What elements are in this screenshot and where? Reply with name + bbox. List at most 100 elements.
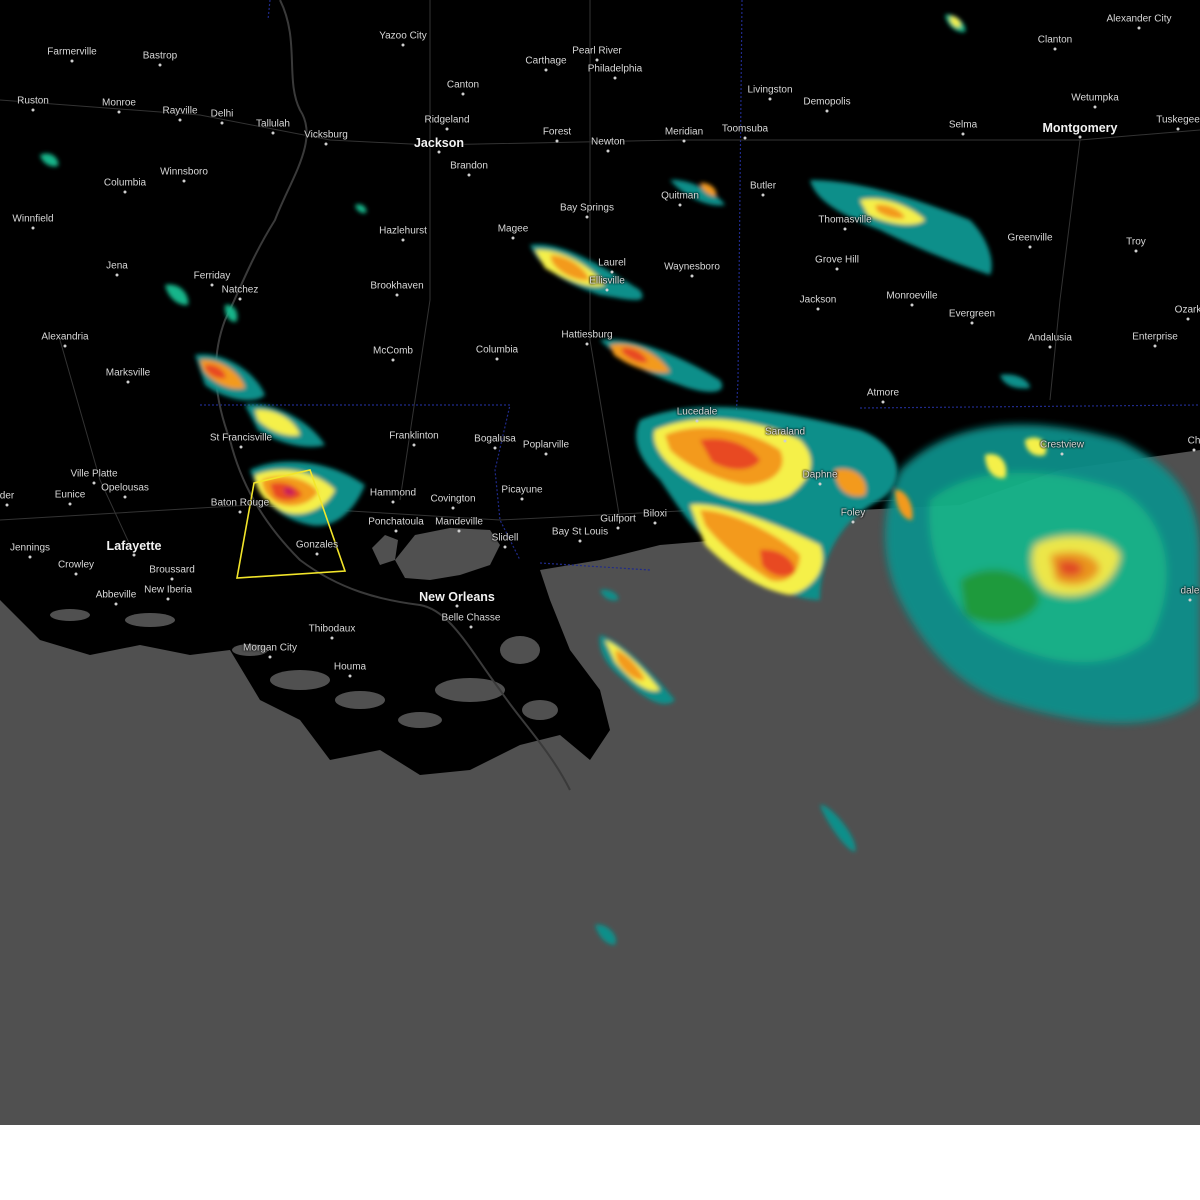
city-label-ellisville: Ellisville xyxy=(589,275,625,287)
city-marker-jennings xyxy=(28,555,32,559)
city-marker-bay-springs xyxy=(585,215,589,219)
city-label-opelousas: Opelousas xyxy=(101,482,149,494)
city-label-dale-edge: dale xyxy=(1180,585,1200,597)
city-label-hammond: Hammond xyxy=(369,487,417,499)
city-label-alexandria: Alexandria xyxy=(41,331,89,343)
city-label-wetumpka: Wetumpka xyxy=(1071,92,1119,104)
city-marker-quitman xyxy=(678,203,682,207)
city-label-rayville: Rayville xyxy=(162,105,198,117)
city-label-brandon: Brandon xyxy=(450,160,488,172)
city-label-bastrop: Bastrop xyxy=(142,50,178,62)
city-marker-brookhaven xyxy=(395,293,399,297)
city-label-evergreen: Evergreen xyxy=(948,308,996,320)
city-marker-ponchatoula xyxy=(394,529,398,533)
city-marker-greenville xyxy=(1028,245,1032,249)
city-marker-monroe xyxy=(117,110,121,114)
city-label-ruston: Ruston xyxy=(17,95,49,107)
city-label-eunice: Eunice xyxy=(54,489,86,501)
lake-pontchartrain xyxy=(395,528,500,580)
city-label-laurel: Laurel xyxy=(598,257,626,269)
city-marker-forest xyxy=(555,139,559,143)
city-label-bay-st-louis: Bay St Louis xyxy=(551,526,609,538)
city-marker-livingston xyxy=(768,97,772,101)
city-marker-dale-edge xyxy=(1188,598,1192,602)
city-marker-laurel xyxy=(610,270,614,274)
city-label-abbeville: Abbeville xyxy=(95,589,137,601)
city-label-thomasville: Thomasville xyxy=(818,214,872,226)
city-marker-enterprise xyxy=(1153,344,1157,348)
city-marker-monroeville xyxy=(910,303,914,307)
city-label-belle-chasse: Belle Chasse xyxy=(441,612,501,624)
city-marker-marksville xyxy=(126,380,130,384)
city-marker-ridder xyxy=(5,503,9,507)
city-label-columbia-la: Columbia xyxy=(103,177,147,189)
city-label-canton: Canton xyxy=(446,79,480,91)
city-marker-ch-edge xyxy=(1192,448,1196,452)
city-marker-newton xyxy=(606,149,610,153)
city-marker-lafayette xyxy=(132,553,136,557)
city-marker-alexandria xyxy=(63,344,67,348)
city-label-forest: Forest xyxy=(542,126,572,138)
city-label-yazoo-city: Yazoo City xyxy=(379,30,427,42)
city-marker-jackson-al xyxy=(816,307,820,311)
city-label-gulfport: Gulfport xyxy=(600,513,636,525)
city-label-monroeville: Monroeville xyxy=(886,290,938,302)
city-label-ch-edge: Ch xyxy=(1187,435,1200,447)
city-marker-canton xyxy=(461,92,465,96)
city-marker-mccomb xyxy=(391,358,395,362)
city-label-winnsboro: Winnsboro xyxy=(160,166,208,178)
city-label-magee: Magee xyxy=(497,223,529,235)
city-marker-foley xyxy=(851,520,855,524)
city-label-toomsuba: Toomsuba xyxy=(721,123,769,135)
city-label-ozark: Ozark xyxy=(1174,304,1200,316)
city-label-foley: Foley xyxy=(840,507,866,519)
city-marker-troy xyxy=(1134,249,1138,253)
city-label-quitman: Quitman xyxy=(661,190,699,202)
city-marker-wetumpka xyxy=(1093,105,1097,109)
city-marker-winnfield xyxy=(31,226,35,230)
city-marker-alexander-city xyxy=(1137,26,1141,30)
city-marker-demopolis xyxy=(825,109,829,113)
city-label-newton: Newton xyxy=(591,136,625,148)
city-label-farmerville: Farmerville xyxy=(47,46,97,58)
city-marker-farmerville xyxy=(70,59,74,63)
city-marker-franklinton xyxy=(412,443,416,447)
city-label-enterprise: Enterprise xyxy=(1132,331,1178,343)
city-label-alexander-city: Alexander City xyxy=(1106,13,1172,25)
city-label-mccomb: McComb xyxy=(372,345,414,357)
city-label-waynesboro: Waynesboro xyxy=(664,261,720,273)
city-marker-broussard xyxy=(170,577,174,581)
city-marker-crowley xyxy=(74,572,78,576)
city-label-winnfield: Winnfield xyxy=(12,213,54,225)
city-marker-st-francisville xyxy=(239,445,243,449)
city-label-broussard: Broussard xyxy=(149,564,195,576)
city-label-baton-rouge: Baton Rouge xyxy=(210,497,270,509)
city-label-franklinton: Franklinton xyxy=(389,430,439,442)
city-label-new-iberia: New Iberia xyxy=(144,584,192,596)
city-label-grove-hill: Grove Hill xyxy=(815,254,859,266)
city-marker-mandeville xyxy=(457,529,461,533)
radar-map[interactable]: Farmerville Bastrop Yazoo City Carthage Pear… xyxy=(0,0,1200,1125)
city-marker-butler xyxy=(761,193,765,197)
city-label-vicksburg: Vicksburg xyxy=(304,129,348,141)
city-marker-daphne xyxy=(818,482,822,486)
city-label-gonzales: Gonzales xyxy=(295,539,339,551)
city-label-lafayette: Lafayette xyxy=(106,539,162,553)
city-label-thibodaux: Thibodaux xyxy=(308,623,356,635)
city-marker-houma xyxy=(348,674,352,678)
city-marker-atmore xyxy=(881,400,885,404)
page-footer xyxy=(0,1125,1200,1200)
city-marker-hattiesburg xyxy=(585,342,589,346)
city-label-butler: Butler xyxy=(749,180,777,192)
city-marker-philadelphia xyxy=(613,76,617,80)
city-marker-columbia-ms xyxy=(495,357,499,361)
city-label-tuskegee: Tuskegee xyxy=(1156,114,1200,126)
city-marker-ellisville xyxy=(605,288,609,292)
city-label-columbia-ms: Columbia xyxy=(475,344,519,356)
city-label-st-francisville: St Francisville xyxy=(209,432,273,444)
city-marker-waynesboro xyxy=(690,274,694,278)
city-marker-ridgeland xyxy=(445,127,449,131)
city-marker-rayville xyxy=(178,118,182,122)
city-marker-natchez xyxy=(238,297,242,301)
city-marker-saraland xyxy=(783,439,787,443)
